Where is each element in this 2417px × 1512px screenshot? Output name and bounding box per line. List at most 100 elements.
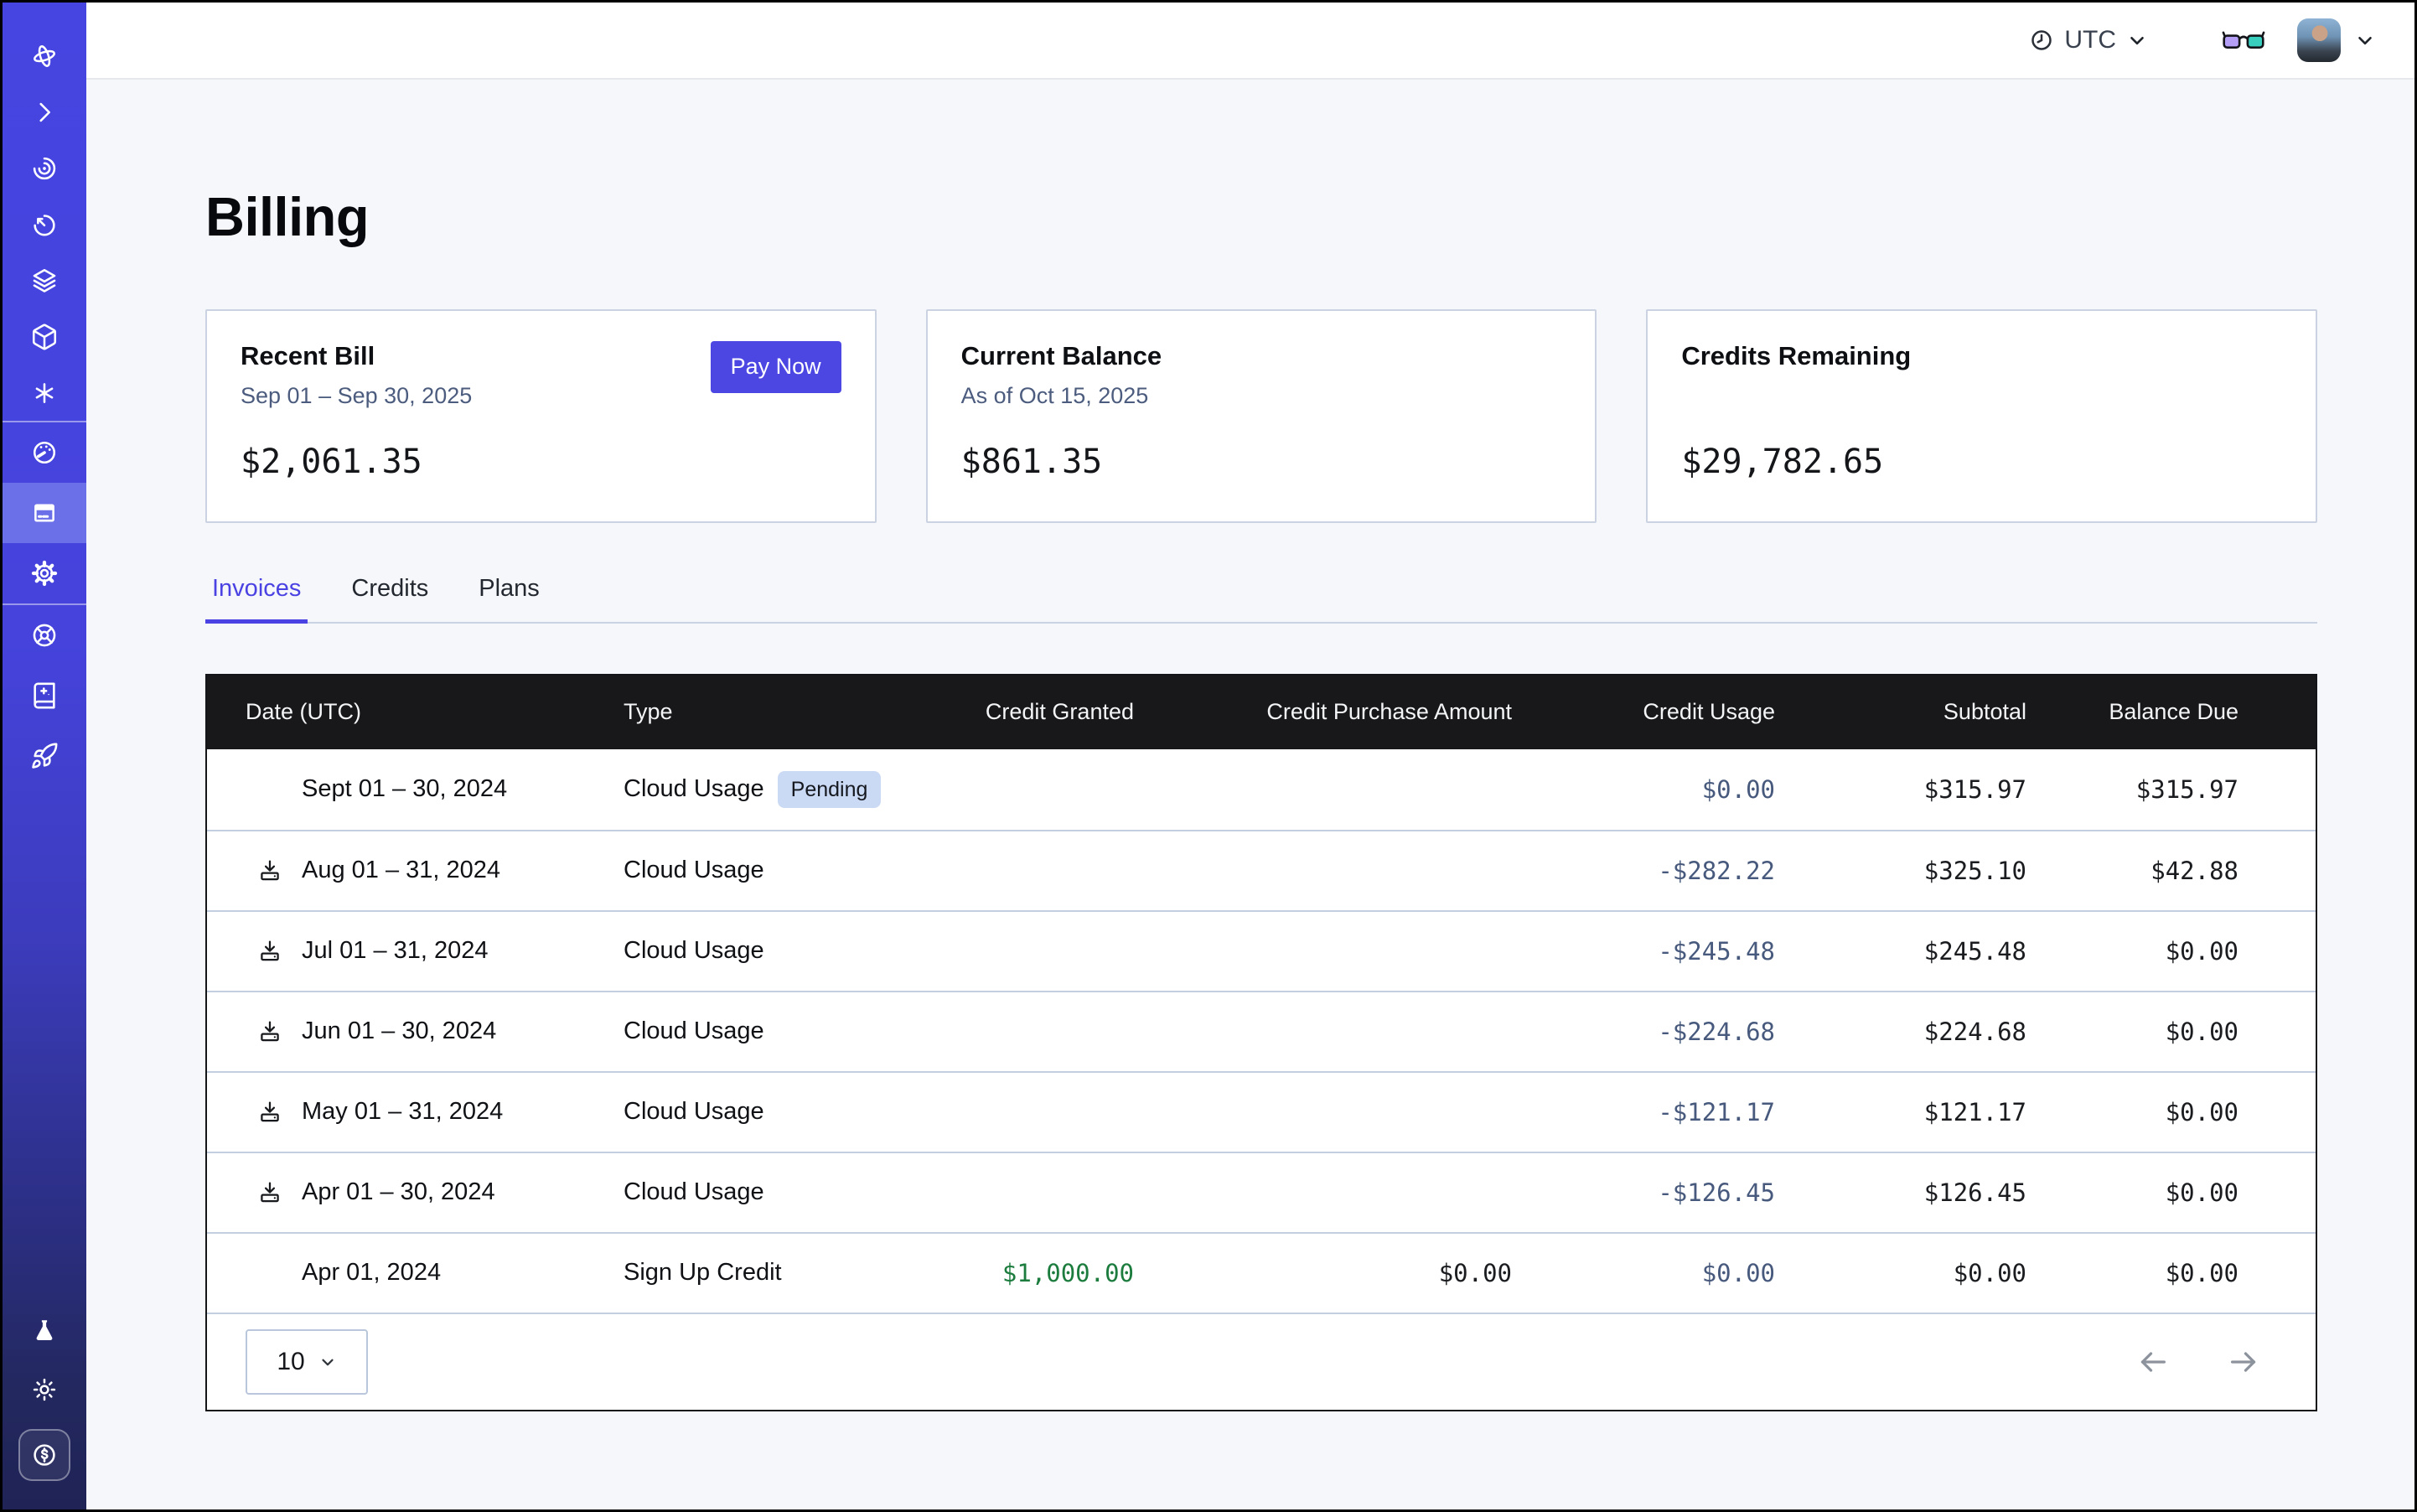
credit-usage-value: -$121.17 (1512, 1098, 1775, 1126)
sidebar-item-theme-toggle[interactable] (3, 1360, 86, 1419)
credit-usage-value: -$282.22 (1512, 857, 1775, 885)
credit-usage-value: $0.00 (1512, 775, 1775, 804)
invoice-date-cell: Jul 01 – 31, 2024 (207, 937, 624, 965)
previous-page-button[interactable] (2136, 1345, 2170, 1379)
sidebar-item-logo[interactable] (3, 28, 86, 84)
sidebar-item-docs[interactable] (3, 665, 86, 726)
glasses-icon[interactable] (2222, 28, 2265, 53)
tab-plans[interactable]: Plans (472, 575, 546, 624)
billing-page: Billing Recent Bill Sep 01 – Sep 30, 202… (86, 80, 2414, 1509)
user-avatar[interactable] (2297, 18, 2341, 62)
cube-icon (30, 323, 59, 351)
page-size-value: 10 (277, 1348, 304, 1376)
sidebar-bottom-group (3, 1302, 86, 1509)
current-balance-amount: $861.35 (961, 443, 1562, 481)
subtotal-value: $121.17 (1775, 1098, 2026, 1126)
invoice-type: Cloud Usage (624, 1178, 764, 1206)
rocket-icon (30, 742, 59, 770)
invoice-type-cell: Cloud Usage (624, 1017, 892, 1045)
card-subtitle: As of Oct 15, 2025 (961, 383, 1162, 409)
table-pagination: 10 (207, 1313, 2316, 1410)
chevron-down-icon (318, 1353, 337, 1371)
timer-icon (30, 210, 59, 239)
orbit-logo-icon (30, 42, 59, 70)
sidebar-item-billing[interactable] (3, 483, 86, 543)
sidebar (3, 3, 86, 1509)
sidebar-item-layers[interactable] (3, 252, 86, 308)
tab-invoices[interactable]: Invoices (205, 575, 308, 624)
invoice-type: Cloud Usage (624, 1017, 764, 1045)
table-row: Aug 01 – 31, 2024 Cloud Usage -$282.22 $… (207, 830, 2316, 910)
credit-granted-value: $1,000.00 (892, 1259, 1134, 1287)
column-header-subtotal: Subtotal (1775, 699, 2026, 725)
recent-bill-amount: $2,061.35 (241, 443, 841, 481)
sidebar-item-support[interactable] (3, 605, 86, 665)
invoice-type: Cloud Usage (624, 857, 764, 884)
recent-bill-card: Recent Bill Sep 01 – Sep 30, 2025 Pay No… (205, 309, 877, 523)
sidebar-item-labs[interactable] (3, 1302, 86, 1360)
summary-cards: Recent Bill Sep 01 – Sep 30, 2025 Pay No… (205, 309, 2317, 523)
sidebar-item-settings[interactable] (3, 543, 86, 603)
column-header-date: Date (UTC) (207, 699, 624, 725)
balance-due-value: $315.97 (2026, 775, 2238, 804)
sidebar-item-compute[interactable] (3, 308, 86, 365)
invoice-date-cell: Sept 01 – 30, 2024 (207, 775, 624, 803)
sidebar-item-credits-promo[interactable] (18, 1429, 70, 1481)
subtotal-value: $315.97 (1775, 775, 2026, 804)
current-balance-card: Current Balance As of Oct 15, 2025 $861.… (926, 309, 1597, 523)
table-row: Jun 01 – 30, 2024 Cloud Usage -$224.68 $… (207, 991, 2316, 1071)
column-header-credit-granted: Credit Granted (892, 699, 1134, 725)
sidebar-item-dashboard[interactable] (3, 422, 86, 483)
invoice-type: Cloud Usage (624, 775, 764, 803)
next-page-button[interactable] (2227, 1345, 2260, 1379)
status-badge: Pending (778, 771, 882, 808)
invoice-type-cell: Sign Up Credit (624, 1259, 892, 1287)
sidebar-item-expand[interactable] (3, 84, 86, 140)
column-header-type: Type (624, 699, 892, 725)
sidebar-item-timer[interactable] (3, 196, 86, 252)
download-invoice-icon[interactable] (256, 857, 283, 884)
table-body: Sept 01 – 30, 2024 Cloud Usage Pending $… (207, 749, 2316, 1313)
sidebar-item-observe[interactable] (3, 140, 86, 196)
table-row: Sept 01 – 30, 2024 Cloud Usage Pending $… (207, 749, 2316, 830)
invoice-date-cell: May 01 – 31, 2024 (207, 1098, 624, 1126)
card-title: Credits Remaining (1681, 341, 1911, 371)
column-header-credit-purchase-amount: Credit Purchase Amount (1134, 699, 1512, 725)
pager (2136, 1345, 2260, 1379)
topbar: UTC (86, 3, 2414, 80)
invoice-date: Apr 01, 2024 (302, 1259, 441, 1287)
credit-usage-value: -$224.68 (1512, 1017, 1775, 1046)
sidebar-item-inference[interactable] (3, 365, 86, 421)
card-subtitle: Sep 01 – Sep 30, 2025 (241, 383, 472, 409)
pay-now-button[interactable]: Pay Now (711, 341, 841, 393)
asterisk-icon (30, 379, 59, 407)
invoice-type-cell: Cloud Usage (624, 857, 892, 884)
balance-due-value: $0.00 (2026, 1178, 2238, 1207)
page-size-select[interactable]: 10 (246, 1329, 368, 1395)
timezone-selector[interactable]: UTC (2029, 26, 2148, 54)
sidebar-top-group (3, 3, 86, 421)
balance-due-value: $0.00 (2026, 937, 2238, 966)
sidebar-secondary-group (3, 605, 86, 786)
invoice-type: Cloud Usage (624, 937, 764, 965)
gauge-icon (30, 438, 59, 467)
spiral-eye-icon (30, 154, 59, 183)
download-invoice-icon[interactable] (256, 938, 283, 965)
credits-remaining-card: Credits Remaining $29,782.65 (1646, 309, 2317, 523)
invoice-date-cell: Jun 01 – 30, 2024 (207, 1017, 624, 1045)
tab-credits[interactable]: Credits (344, 575, 435, 624)
book-sparkle-icon (30, 681, 59, 710)
download-invoice-icon[interactable] (256, 1018, 283, 1045)
credit-purchase-amount-value: $0.00 (1134, 1259, 1512, 1287)
chevron-down-icon[interactable] (2354, 29, 2376, 51)
sidebar-item-launch[interactable] (3, 726, 86, 786)
page-title: Billing (205, 187, 2317, 247)
card-title: Recent Bill (241, 341, 472, 371)
chevron-down-icon (2126, 29, 2148, 51)
ship-wheel-icon (30, 621, 59, 650)
sidebar-main-group (3, 422, 86, 603)
invoice-type-cell: Cloud Usage (624, 937, 892, 965)
invoice-date: Aug 01 – 31, 2024 (302, 857, 500, 884)
download-invoice-icon[interactable] (256, 1179, 283, 1206)
download-invoice-icon[interactable] (256, 1099, 283, 1126)
